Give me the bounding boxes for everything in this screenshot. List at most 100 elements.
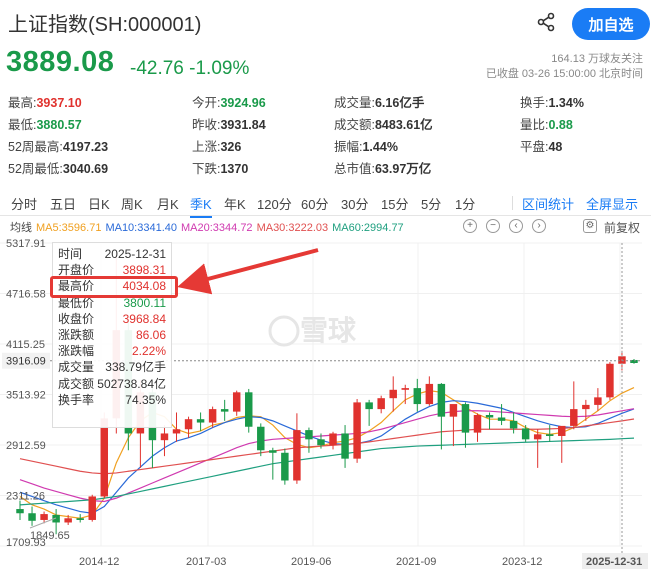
- candle-body: [594, 397, 602, 405]
- right-arrow-icon[interactable]: ›: [532, 219, 546, 233]
- tab-period[interactable]: 周K: [121, 194, 143, 213]
- x-tick-label: 2023-12: [502, 556, 542, 568]
- tab-period[interactable]: 年K: [224, 194, 246, 213]
- tooltip-value: 86.06: [135, 327, 166, 342]
- stat-item: 52周最高:4197.23: [8, 136, 108, 155]
- left-arrow-icon[interactable]: ‹: [509, 219, 523, 233]
- stat-label: 最低:: [8, 118, 37, 132]
- tab-period[interactable]: 30分: [341, 194, 368, 213]
- watermark-text: 雪球: [300, 315, 357, 346]
- stat-value: 1.34%: [548, 96, 584, 110]
- candle-body: [184, 419, 193, 430]
- tooltip-row: 收盘价 3968.84: [58, 311, 166, 327]
- candle-body: [582, 404, 590, 410]
- stat-label: 总市值:: [334, 162, 375, 176]
- tooltip-row: 换手率 74.35%: [58, 392, 166, 408]
- stat-item: 振幅:1.44%: [334, 136, 398, 155]
- adjust-mode[interactable]: 前复权: [604, 219, 640, 236]
- y-tick-label: 2311.26: [6, 491, 45, 503]
- price-change: -42.76 -1.09%: [130, 58, 250, 79]
- candle-body: [509, 420, 518, 429]
- range-stats-button[interactable]: 区间统计: [522, 194, 574, 213]
- settings-icon[interactable]: ⚙: [583, 219, 597, 233]
- stat-label: 今开:: [192, 96, 221, 110]
- tooltip-value: 74.35%: [125, 392, 166, 407]
- share-icon[interactable]: [536, 12, 556, 32]
- candle-body: [401, 388, 409, 390]
- fullscreen-button[interactable]: 全屏显示: [586, 194, 638, 213]
- watermark-logo-icon: [268, 315, 300, 347]
- tab-period[interactable]: 日K: [88, 194, 110, 213]
- tab-period[interactable]: 季K: [190, 194, 212, 218]
- tooltip-row: 涨跌额 86.06: [58, 327, 166, 343]
- candle-body: [100, 418, 109, 497]
- y-tick-label: 2912.59: [6, 440, 46, 452]
- stat-item: 最高:3937.10: [8, 92, 82, 111]
- tab-period[interactable]: 1分: [455, 194, 475, 213]
- stat-value: 6.16亿手: [374, 96, 425, 110]
- candle-body: [413, 388, 422, 405]
- tab-period[interactable]: 分时: [11, 194, 37, 213]
- ma-value: MA20:3344.72: [181, 222, 253, 234]
- candle-body: [160, 433, 169, 441]
- stat-label: 52周最低:: [8, 162, 63, 176]
- tooltip-key: 成交量: [58, 360, 95, 375]
- current-price-label: 3916.09: [6, 356, 46, 368]
- candle-body: [88, 496, 96, 520]
- candle-body: [28, 513, 36, 521]
- candle-body: [317, 439, 325, 446]
- stat-value: 1.44%: [362, 140, 398, 154]
- stat-value: 3924.96: [220, 96, 266, 110]
- candle-body: [293, 430, 301, 481]
- tab-period[interactable]: 60分: [301, 194, 328, 213]
- stat-item: 52周最低:3040.69: [8, 158, 108, 177]
- zoom-in-icon[interactable]: +: [463, 219, 477, 233]
- ma-value: MA60:2994.77: [332, 222, 404, 234]
- zoom-out-icon[interactable]: −: [486, 219, 500, 233]
- current-price: 3889.08: [6, 46, 115, 78]
- stat-item: 成交额:8483.61亿: [334, 114, 433, 133]
- stat-label: 下跌:: [192, 162, 221, 176]
- candle-body: [533, 434, 542, 440]
- stat-value: 3931.84: [220, 118, 266, 132]
- tooltip-row: 涨跌幅 2.22%: [58, 343, 166, 359]
- tab-period[interactable]: 5分: [421, 194, 441, 213]
- x-tick-label: 2019-06: [291, 556, 331, 568]
- tab-period[interactable]: 五日: [50, 194, 76, 213]
- low-annotation: 1849.65: [30, 530, 70, 542]
- candle-body: [473, 414, 482, 433]
- candle-body: [425, 383, 434, 405]
- x-tick-label: 2014-12: [79, 556, 119, 568]
- header: 上证指数(SH:000001) 加自选: [8, 8, 650, 40]
- tooltip-panel: 时间 2025-12-31 开盘价 3898.31 最高价 4034.08 最低价 3800.…: [52, 242, 172, 428]
- tooltip-key: 涨跌额: [58, 327, 95, 342]
- tab-period[interactable]: 15分: [381, 194, 408, 213]
- ma-value: MA10:3341.40: [105, 222, 177, 234]
- tab-period[interactable]: 月K: [157, 194, 179, 213]
- tooltip-value: 3968.84: [122, 311, 166, 326]
- stat-item: 昨收:3931.84: [192, 114, 266, 133]
- candle-body: [521, 428, 530, 440]
- quote-meta: 164.13 万球友关注 已收盘 03-26 15:00:00 北京时间: [486, 52, 643, 82]
- stat-value: 3937.10: [36, 96, 82, 110]
- stat-label: 成交量:: [334, 96, 375, 110]
- candle-body: [365, 402, 373, 410]
- ma-value: MA30:3222.03: [256, 222, 329, 234]
- tooltip-key: 收盘价: [58, 311, 95, 326]
- stat-item: 换手:1.34%: [520, 92, 584, 111]
- stat-label: 换手:: [520, 96, 549, 110]
- tooltip-key: 时间: [58, 247, 83, 261]
- stat-item: 今开:3924.96: [192, 92, 266, 111]
- candle-body: [208, 409, 217, 423]
- x-tick-label: 2025-12-31: [586, 556, 642, 568]
- candle-body: [570, 409, 578, 426]
- stat-item: 上涨:326: [192, 136, 241, 155]
- add-watchlist-button[interactable]: 加自选: [572, 8, 650, 40]
- tab-period[interactable]: 120分: [257, 194, 292, 213]
- stat-label: 成交额:: [334, 118, 375, 132]
- candle-body: [461, 404, 470, 433]
- tooltip-key: 成交额: [58, 376, 95, 391]
- candle-body: [545, 434, 554, 436]
- stat-label: 最高:: [8, 96, 37, 110]
- tooltip-key: 换手率: [58, 392, 95, 407]
